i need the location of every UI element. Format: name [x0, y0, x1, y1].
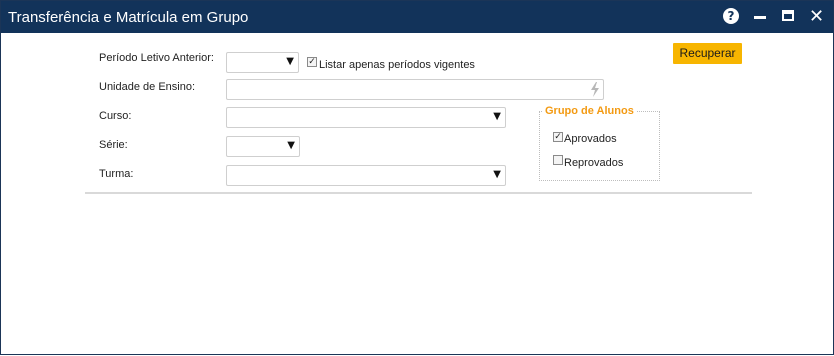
form-divider — [85, 192, 752, 194]
check-icon: ✓ — [554, 132, 562, 142]
listar-checkbox[interactable]: ✓ — [307, 57, 317, 67]
curso-select[interactable]: ▼ — [226, 107, 506, 128]
unidade-label: Unidade de Ensino: — [99, 81, 196, 93]
aprovados-checkbox[interactable]: ✓ — [553, 132, 563, 142]
close-button[interactable]: ✕ — [809, 6, 829, 27]
reprovados-checkbox[interactable] — [553, 155, 563, 165]
grupo-alunos-legend: Grupo de Alunos — [543, 105, 636, 117]
help-button[interactable]: ? — [723, 7, 743, 27]
aprovados-label: Aprovados — [564, 133, 617, 145]
chevron-down-icon: ▼ — [493, 169, 501, 180]
minimize-icon — [754, 16, 766, 19]
grupo-alunos-fieldset — [539, 111, 660, 181]
turma-select[interactable]: ▼ — [226, 165, 506, 186]
recuperar-button[interactable]: Recuperar — [673, 43, 742, 64]
periodo-label: Período Letivo Anterior: — [99, 52, 214, 64]
transfer-enrollment-window: Transferência e Matrícula em Grupo ? ✕ P… — [0, 0, 834, 355]
periodo-select[interactable]: ▼ — [226, 52, 299, 73]
chevron-down-icon: ▼ — [493, 111, 501, 122]
turma-label: Turma: — [99, 168, 134, 180]
unidade-input[interactable] — [226, 79, 604, 100]
chevron-down-icon: ▼ — [286, 56, 294, 67]
serie-select[interactable]: ▼ — [226, 136, 300, 157]
minimize-button[interactable] — [753, 7, 773, 27]
curso-label: Curso: — [99, 110, 132, 122]
help-icon: ? — [723, 8, 739, 24]
title-bar: Transferência e Matrícula em Grupo ? ✕ — [1, 1, 833, 33]
check-icon: ✓ — [308, 57, 316, 67]
maximize-button[interactable] — [781, 7, 801, 27]
window-title: Transferência e Matrícula em Grupo — [8, 9, 249, 26]
close-icon: ✕ — [809, 6, 825, 27]
listar-label: Listar apenas períodos vigentes — [319, 59, 475, 71]
maximize-icon — [782, 10, 794, 21]
serie-label: Série: — [99, 139, 128, 151]
lookup-bolt-icon[interactable] — [590, 82, 600, 97]
reprovados-label: Reprovados — [564, 157, 624, 169]
chevron-down-icon: ▼ — [287, 140, 295, 151]
